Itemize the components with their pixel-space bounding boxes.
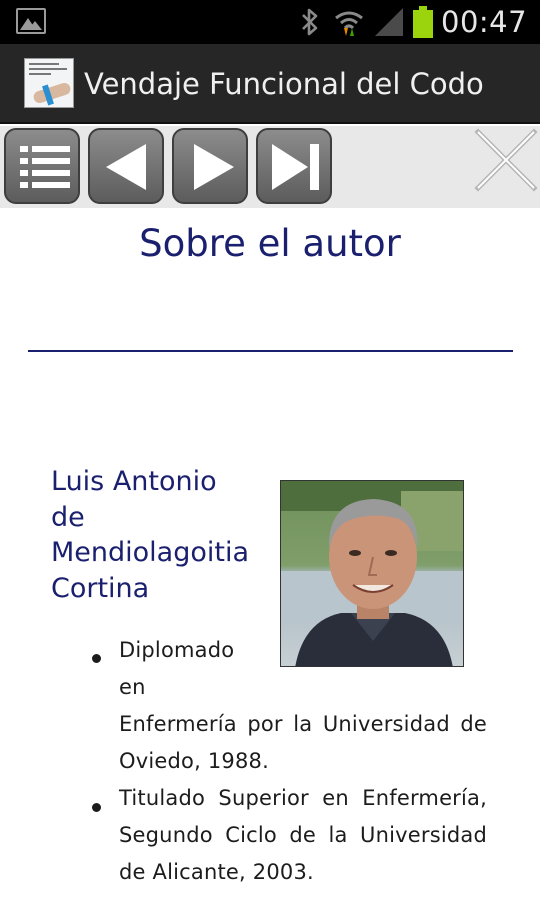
bullet-line: Segundo Ciclo de la Universidad <box>119 823 487 847</box>
bullet-line: Diplomado <box>119 638 235 662</box>
bullet-dot <box>92 654 101 663</box>
navigation-toolbar <box>0 126 540 208</box>
bullet-line: Oviedo, 1988. <box>119 749 269 773</box>
bullet-dot <box>92 803 101 812</box>
author-name-line: Cortina <box>51 572 150 604</box>
previous-icon <box>106 144 146 190</box>
last-page-button[interactable] <box>256 128 332 204</box>
list-item: Titulado Superior en Enfermería, Segundo… <box>119 780 487 891</box>
author-name-line: Mendiolagoitia <box>51 537 250 568</box>
author-name: Luis Antonio de Mendiolagoitia Cortina <box>51 464 266 606</box>
next-icon <box>194 144 234 190</box>
close-icon[interactable] <box>470 126 540 196</box>
bullet-line: Enfermería por la Universidad de <box>119 712 487 736</box>
author-name-line: Luis Antonio <box>51 466 217 497</box>
status-bar: 00:47 <box>0 0 540 44</box>
author-name-line: de <box>51 501 85 533</box>
page-title: Sobre el autor <box>139 222 401 265</box>
app-icon <box>24 58 74 108</box>
app-bar: Vendaje Funcional del Codo <box>0 44 540 124</box>
list-item: Diplomado en Enfermería por la Universid… <box>119 632 487 780</box>
app-title: Vendaje Funcional del Codo <box>84 67 484 101</box>
status-time: 00:47 <box>441 5 528 39</box>
bullet-line: de Alicante, 2003. <box>119 860 314 884</box>
bullet-line: Titulado Superior en Enfermería, <box>119 786 487 810</box>
content-area: Sobre el autor Luis Antonio de Mendiolag… <box>0 208 540 900</box>
last-page-icon <box>272 144 319 190</box>
bluetooth-icon <box>302 8 318 36</box>
index-button[interactable] <box>4 128 80 204</box>
divider <box>28 350 513 352</box>
bullet-line: en <box>119 675 146 699</box>
signal-icon <box>375 8 403 36</box>
previous-button[interactable] <box>88 128 164 204</box>
next-button[interactable] <box>172 128 248 204</box>
wifi-icon <box>335 11 363 36</box>
index-icon <box>20 146 70 188</box>
image-notification-icon <box>16 8 46 34</box>
battery-icon <box>413 6 433 38</box>
